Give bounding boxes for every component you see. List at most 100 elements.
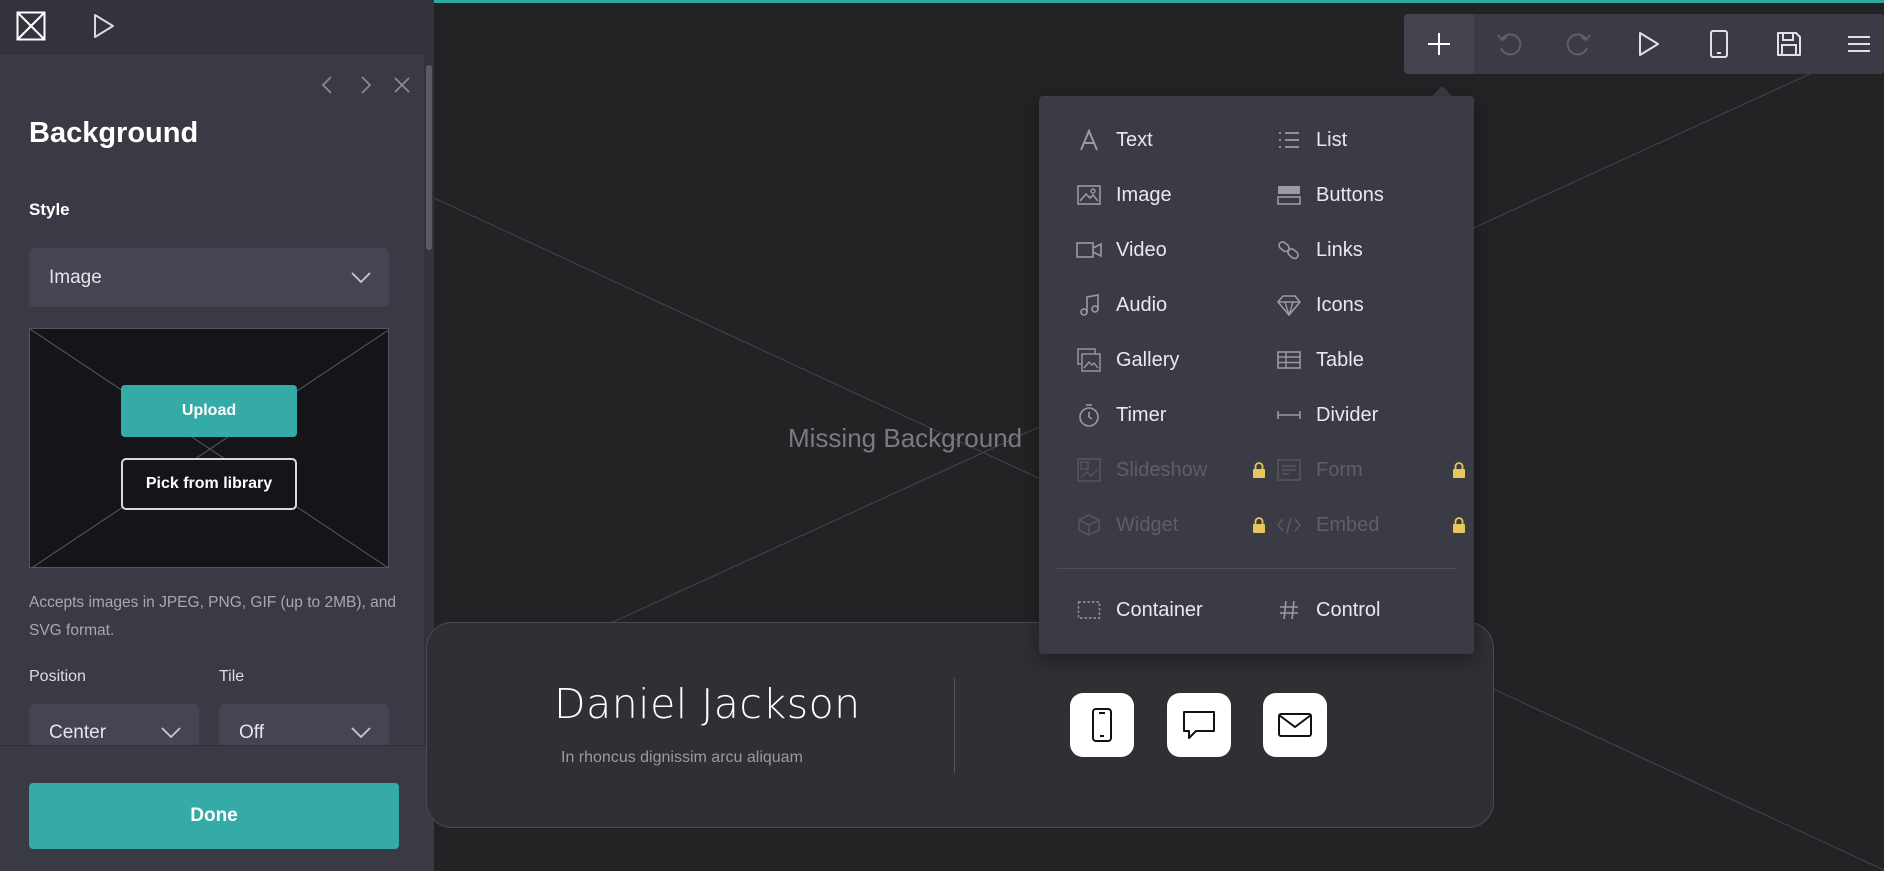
menu-item-label: Image	[1116, 183, 1172, 206]
menu-item-label: Slideshow	[1116, 458, 1208, 481]
menu-item-label: Timer	[1116, 403, 1167, 426]
menu-item-label: Form	[1316, 458, 1363, 481]
panel-footer: Done	[0, 745, 434, 871]
tile-select[interactable]: Off	[219, 704, 389, 745]
image-preview: Upload Pick from library	[29, 328, 389, 568]
chevron-down-icon	[161, 727, 181, 739]
position-select[interactable]: Center	[29, 704, 199, 745]
code-icon	[1276, 512, 1302, 538]
pick-from-library-button[interactable]: Pick from library	[121, 458, 297, 510]
undo-icon	[1497, 33, 1522, 56]
panel-scroll-area[interactable]: Background Style Image Upload Pick from …	[0, 55, 434, 745]
menu-item-label: Gallery	[1116, 348, 1180, 371]
menu-item-label: Icons	[1316, 293, 1364, 316]
menu-item-buttons[interactable]: Buttons	[1276, 175, 1466, 215]
stopwatch-icon	[1076, 402, 1102, 428]
link-icon	[1276, 237, 1302, 263]
menu-item-audio[interactable]: Audio	[1076, 285, 1266, 325]
profile-subtitle[interactable]: In rhoncus dignissim arcu aliquam	[561, 749, 803, 767]
style-label: Style	[29, 200, 70, 219]
add-element-button[interactable]	[1404, 14, 1474, 74]
top-toolbar	[1404, 14, 1884, 74]
panel-title: Background	[29, 117, 199, 149]
card-divider	[954, 678, 955, 773]
hash-icon	[1276, 597, 1302, 623]
position-select-value: Center	[49, 722, 107, 743]
menu-item-label: Widget	[1116, 513, 1179, 536]
style-select-value: Image	[49, 266, 102, 288]
menu-item-label: Control	[1316, 598, 1381, 621]
editor-window: Background Style Image Upload Pick from …	[0, 0, 1884, 871]
menu-item-label: Buttons	[1316, 183, 1384, 206]
mobile-icon	[1710, 30, 1728, 58]
placeholder-cross-icon	[30, 329, 388, 567]
editor-canvas[interactable]: Missing Background Daniel Jackson In rho…	[426, 0, 1884, 871]
play-icon[interactable]	[92, 13, 116, 39]
accepted-formats-hint: Accepts images in JPEG, PNG, GIF (up to …	[29, 594, 396, 639]
mail-button[interactable]	[1263, 693, 1327, 757]
menu-item-control[interactable]: Control	[1276, 590, 1466, 630]
cube-icon	[1076, 512, 1102, 538]
chat-button[interactable]	[1167, 693, 1231, 757]
redo-icon	[1566, 33, 1591, 56]
divider-icon	[1276, 402, 1302, 428]
menu-item-icons[interactable]: Icons	[1276, 285, 1466, 325]
menu-item-image[interactable]: Image	[1076, 175, 1266, 215]
form-icon	[1276, 457, 1302, 483]
dashed-box-icon	[1076, 597, 1102, 623]
save-button[interactable]	[1754, 14, 1824, 74]
menu-item-text[interactable]: Text	[1076, 120, 1266, 160]
mobile-view-button[interactable]	[1684, 14, 1754, 74]
lock-icon	[1253, 517, 1265, 533]
menu-item-form[interactable]: Form	[1276, 450, 1466, 490]
menu-item-widget[interactable]: Widget	[1076, 505, 1266, 545]
table-icon	[1276, 347, 1302, 373]
menu-item-table[interactable]: Table	[1276, 340, 1466, 380]
menu-button[interactable]	[1824, 14, 1884, 74]
list-icon	[1276, 127, 1302, 153]
lock-icon	[1253, 462, 1265, 478]
lock-icon	[1453, 462, 1465, 478]
menu-item-container[interactable]: Container	[1076, 590, 1266, 630]
chat-bubble-icon	[1183, 711, 1215, 739]
video-icon	[1076, 237, 1102, 263]
style-select[interactable]: Image	[29, 248, 389, 307]
image-icon	[1076, 182, 1102, 208]
mobile-phone-icon	[1092, 708, 1112, 742]
menu-item-gallery[interactable]: Gallery	[1076, 340, 1266, 380]
diamond-icon	[1276, 292, 1302, 318]
done-button[interactable]: Done	[29, 783, 399, 849]
plus-icon	[1428, 33, 1450, 55]
menu-item-label: Links	[1316, 238, 1363, 261]
menu-item-embed[interactable]: Embed	[1276, 505, 1466, 545]
menu-item-links[interactable]: Links	[1276, 230, 1466, 270]
menu-item-label: Audio	[1116, 293, 1168, 316]
position-label: Position	[29, 668, 86, 685]
phone-button[interactable]	[1070, 693, 1134, 757]
profile-name[interactable]: Daniel Jackson	[554, 680, 861, 728]
menu-item-list[interactable]: List	[1276, 120, 1466, 160]
menu-caret	[1432, 86, 1452, 96]
menu-item-label: List	[1316, 128, 1348, 151]
save-icon	[1777, 32, 1801, 56]
menu-divider	[1057, 568, 1456, 569]
menu-item-label: Divider	[1316, 403, 1379, 426]
preview-button[interactable]	[1614, 14, 1684, 74]
add-element-menu: Text List Image Buttons Video Links Audi…	[1039, 96, 1474, 654]
menu-item-label: Table	[1316, 348, 1364, 371]
upload-button[interactable]: Upload	[121, 385, 297, 437]
properties-panel: Background Style Image Upload Pick from …	[0, 0, 434, 871]
menu-item-timer[interactable]: Timer	[1076, 395, 1266, 435]
slideshow-icon	[1076, 457, 1102, 483]
gallery-icon	[1076, 347, 1102, 373]
chevron-down-icon	[351, 727, 371, 739]
music-note-icon	[1076, 292, 1102, 318]
undo-button[interactable]	[1474, 14, 1544, 74]
buttons-icon	[1276, 182, 1302, 208]
redo-button[interactable]	[1544, 14, 1614, 74]
menu-item-slideshow[interactable]: Slideshow	[1076, 450, 1266, 490]
menu-item-divider[interactable]: Divider	[1276, 395, 1466, 435]
logo-icon[interactable]	[16, 11, 46, 41]
menu-item-video[interactable]: Video	[1076, 230, 1266, 270]
scrollbar-thumb[interactable]	[426, 65, 432, 250]
